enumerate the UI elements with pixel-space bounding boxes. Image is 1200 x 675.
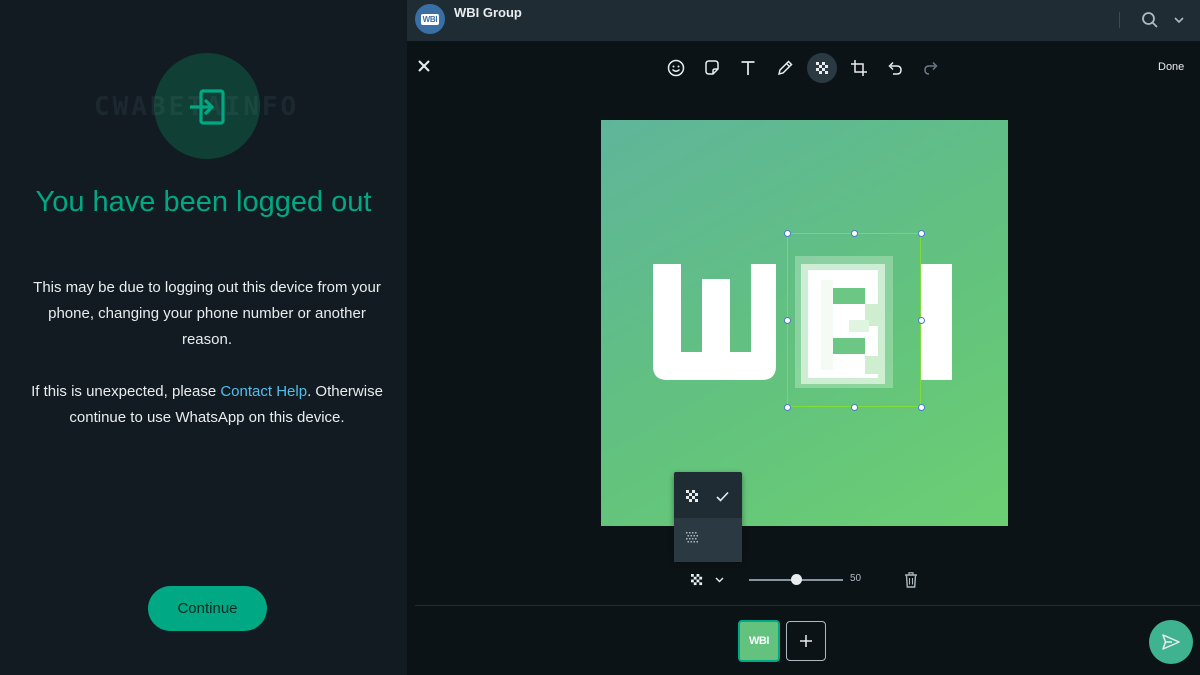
trash-icon[interactable] xyxy=(904,572,918,588)
chevron-down-icon xyxy=(715,577,724,583)
done-button[interactable]: Done xyxy=(1158,61,1184,73)
emoji-icon[interactable] xyxy=(662,54,690,82)
help-text-before: If this is unexpected, please xyxy=(31,383,221,400)
chevron-down-icon[interactable] xyxy=(1171,12,1187,28)
media-editor-panel: WBI WBI Group Done 50 WBI xyxy=(407,0,1200,675)
undo-icon[interactable] xyxy=(881,54,909,82)
avatar-text: WBI xyxy=(420,13,440,25)
group-name[interactable]: WBI Group xyxy=(454,5,522,20)
crop-icon[interactable] xyxy=(845,54,873,82)
add-media-button[interactable] xyxy=(786,621,826,661)
image-canvas[interactable] xyxy=(601,120,1008,526)
logged-out-help-text: If this is unexpected, please Contact He… xyxy=(22,379,392,431)
plus-icon xyxy=(800,635,812,647)
resize-handle-bottom[interactable] xyxy=(851,404,858,411)
send-button[interactable] xyxy=(1149,620,1193,664)
blur-option-pixelate-large[interactable] xyxy=(674,474,742,518)
contact-help-link[interactable]: Contact Help xyxy=(220,383,307,400)
editor-divider xyxy=(415,605,1200,606)
logged-out-panel: CWABETAINFO You have been logged out Thi… xyxy=(0,0,407,675)
logged-out-reason-text: This may be due to logging out this devi… xyxy=(33,279,381,348)
blur-type-dropdown[interactable] xyxy=(691,572,731,588)
continue-button[interactable]: Continue xyxy=(148,586,267,631)
close-icon[interactable] xyxy=(414,56,434,76)
pixelate-icon xyxy=(691,574,703,586)
resize-handle-top-left[interactable] xyxy=(784,230,791,237)
send-icon xyxy=(1162,634,1180,650)
resize-handle-top-right[interactable] xyxy=(918,230,925,237)
blur-strength-value: 50 xyxy=(850,573,862,584)
sticker-icon[interactable] xyxy=(698,54,726,82)
pixelate-icon[interactable] xyxy=(807,53,837,83)
logged-out-title: You have been logged out xyxy=(35,186,372,218)
redo-icon[interactable] xyxy=(917,54,945,82)
pixelate-fine-icon xyxy=(686,532,698,543)
chat-header: WBI WBI Group xyxy=(407,0,1200,41)
blur-controls: 50 xyxy=(407,565,1200,595)
group-avatar[interactable]: WBI xyxy=(415,4,445,34)
thumbnail-text: WBI xyxy=(749,635,769,647)
resize-handle-right[interactable] xyxy=(918,317,925,324)
pixelate-large-icon xyxy=(686,490,698,502)
search-icon[interactable] xyxy=(1140,10,1160,30)
resize-handle-left[interactable] xyxy=(784,317,791,324)
pencil-icon[interactable] xyxy=(771,54,799,82)
blur-type-menu xyxy=(674,472,742,562)
logout-icon xyxy=(190,89,225,125)
header-divider xyxy=(1119,12,1120,28)
resize-handle-bottom-left[interactable] xyxy=(784,404,791,411)
slider-thumb[interactable] xyxy=(790,574,802,585)
media-thumbnail[interactable]: WBI xyxy=(738,620,780,662)
resize-handle-top[interactable] xyxy=(851,230,858,237)
check-icon xyxy=(716,491,729,502)
resize-handle-bottom-right[interactable] xyxy=(918,404,925,411)
blur-selection-box[interactable] xyxy=(784,230,925,411)
blur-option-pixelate-fine[interactable] xyxy=(674,518,742,562)
text-icon[interactable] xyxy=(734,54,762,82)
